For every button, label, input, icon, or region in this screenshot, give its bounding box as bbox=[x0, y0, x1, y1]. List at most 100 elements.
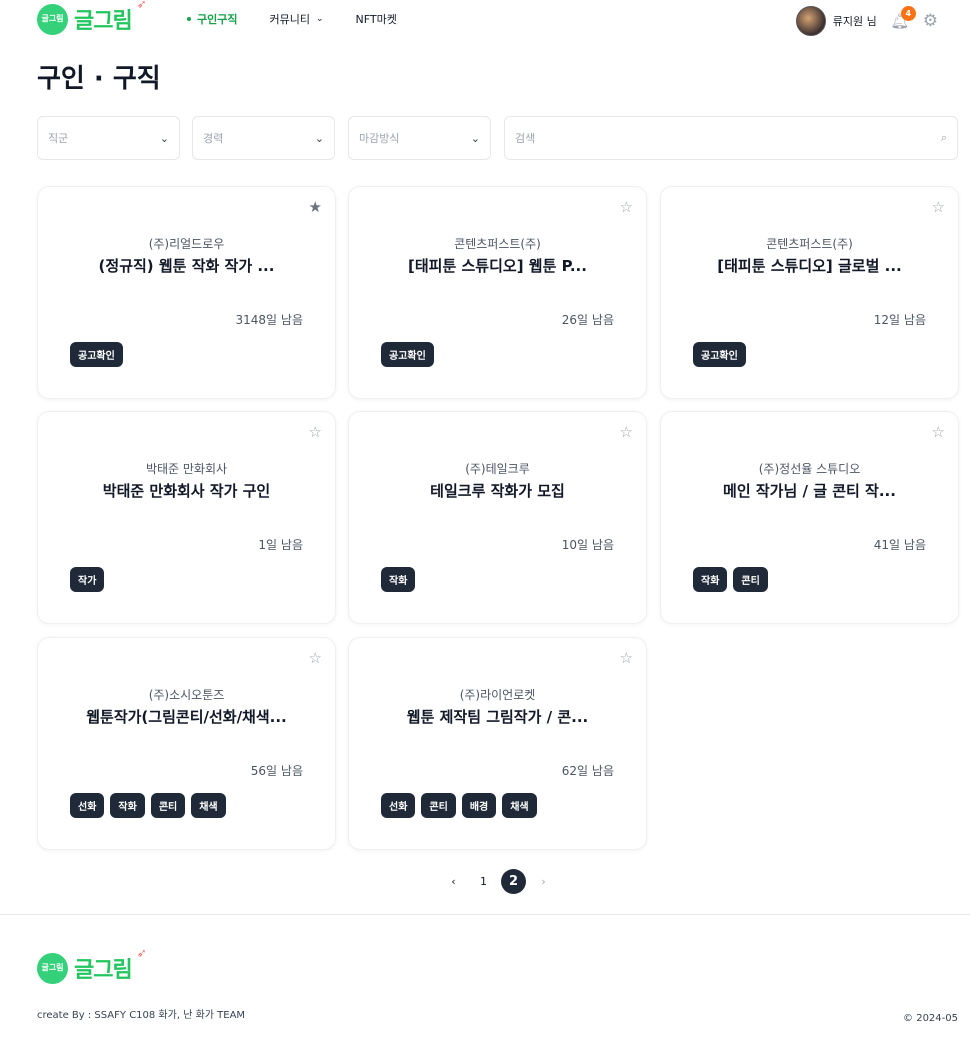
tag-badge[interactable]: 배경 bbox=[461, 793, 497, 818]
tag-list: 선화 작화 콘티 채색 bbox=[70, 793, 232, 818]
tag-list: 선화 콘티 배경 채색 bbox=[381, 793, 543, 818]
next-page-button[interactable]: › bbox=[531, 869, 556, 894]
company-name: (주)정선율 스튜디오 bbox=[758, 462, 861, 476]
job-title[interactable]: [태피툰 스튜디오] 웹툰 P... bbox=[349, 255, 646, 276]
nav-item-community[interactable]: 커뮤니티 ⌄ bbox=[269, 11, 323, 27]
footer-logo-mark: 글그림 bbox=[37, 952, 68, 984]
tag-badge[interactable]: 작화 bbox=[693, 567, 728, 592]
chevron-down-icon: ⌄ bbox=[470, 131, 480, 145]
tag-badge[interactable]: 작가 bbox=[70, 567, 105, 592]
days-remaining: 12일 남음 bbox=[873, 313, 926, 327]
footer-logo-text-label: 글그림 bbox=[74, 958, 133, 983]
job-title[interactable]: 웹툰작가(그림콘티/선화/채색... bbox=[38, 706, 335, 727]
job-card[interactable]: ☆ (주)소시오툰즈 웹툰작가(그림콘티/선화/채색... 56일 남음 선화 작화 콘티 채… bbox=[37, 637, 336, 850]
tag-badge[interactable]: 채색 bbox=[502, 793, 537, 818]
user-name[interactable]: 류지원 님 bbox=[833, 13, 877, 29]
page-button-2[interactable]: 2 bbox=[501, 869, 526, 894]
star-icon[interactable]: ★ bbox=[309, 198, 322, 216]
chevron-down-icon: ⌄ bbox=[159, 131, 169, 145]
user-area: 류지원 님 🔔︎ 4 ⚙ bbox=[795, 6, 938, 36]
tag-badge[interactable]: 작화 bbox=[381, 567, 416, 592]
career-select[interactable]: 경력 ⌄ bbox=[192, 116, 335, 160]
avatar[interactable] bbox=[795, 6, 826, 36]
days-remaining: 3148일 남음 bbox=[235, 313, 303, 327]
rocket-icon: ➶ bbox=[136, 0, 147, 11]
company-name: 콘텐츠퍼스트(주) bbox=[766, 237, 853, 251]
job-title[interactable]: 웹툰 제작팀 그림작가 / 콘... bbox=[349, 706, 646, 727]
tag-badge[interactable]: 공고확인 bbox=[70, 342, 123, 367]
footer-logo[interactable]: 글그림 글그림 ➶ bbox=[37, 946, 147, 984]
star-icon[interactable]: ☆ bbox=[932, 423, 945, 441]
star-icon[interactable]: ☆ bbox=[620, 198, 633, 216]
tag-list: 공고확인 bbox=[381, 342, 440, 367]
tag-list: 공고확인 bbox=[693, 342, 752, 367]
job-title[interactable]: 메인 작가님 / 글 콘티 작... bbox=[661, 480, 958, 501]
footer-divider bbox=[0, 914, 970, 915]
company-name: (주)라이언로켓 bbox=[459, 688, 536, 702]
nav-item-nft-market[interactable]: NFT마켓 bbox=[356, 11, 397, 27]
job-card[interactable]: ☆ (주)테일크루 테일크루 작화가 모집 10일 남음 작화 bbox=[348, 411, 647, 624]
job-card[interactable]: ☆ 콘텐츠퍼스트(주) [태피툰 스튜디오] 글로벌 ... 12일 남음공고확인 bbox=[660, 186, 959, 399]
job-card[interactable]: ☆ 박태준 만화회사 박태준 만화회사 작가 구인 1일 남음 작가 bbox=[37, 411, 336, 624]
tag-badge[interactable]: 콘티 bbox=[421, 793, 456, 818]
company-name: (주)테일크루 bbox=[465, 462, 530, 476]
tag-badge[interactable]: 선화 bbox=[381, 793, 416, 818]
tag-badge[interactable]: 공고확인 bbox=[693, 342, 746, 367]
star-icon[interactable]: ☆ bbox=[932, 198, 945, 216]
tag-badge[interactable]: 채색 bbox=[191, 793, 226, 818]
job-type-label: 직군 bbox=[48, 132, 69, 145]
company-name: (주)소시오툰즈 bbox=[148, 688, 225, 702]
days-remaining: 1일 남음 bbox=[258, 538, 303, 552]
nav-item-nft-market-label: NFT마켓 bbox=[355, 13, 397, 26]
nav-item-community-label: 커뮤니티 bbox=[269, 13, 310, 26]
company-name: 콘텐츠퍼스트(주) bbox=[454, 237, 541, 251]
search-placeholder: 검색 bbox=[515, 132, 536, 145]
star-icon[interactable]: ☆ bbox=[309, 423, 322, 441]
tag-list: 작화 콘티 bbox=[693, 567, 774, 592]
job-card[interactable]: ☆ (주)정선율 스튜디오 메인 작가님 / 글 콘티 작... 41일 남음 작화 콘티 bbox=[660, 411, 959, 624]
job-title[interactable]: 테일크루 작화가 모집 bbox=[349, 480, 646, 501]
tag-badge[interactable]: 콘티 bbox=[150, 793, 186, 818]
search-input[interactable]: 검색 ⌕ bbox=[504, 116, 958, 160]
days-remaining: 62일 남음 bbox=[561, 764, 614, 778]
logo[interactable]: 글그림 글그림 ➶ bbox=[37, 0, 147, 35]
page-title: 구인 · 구직 bbox=[37, 64, 161, 94]
job-card[interactable]: ☆ 콘텐츠퍼스트(주) [태피툰 스튜디오] 웹툰 P... 26일 남음공고확인 bbox=[348, 186, 647, 399]
footer-logo-mark-text: 글그림 bbox=[41, 963, 64, 972]
job-card[interactable]: ★ (주)리얼드로우 (정규직) 웹툰 작화 작가 ... 3148일 남음공고확인 bbox=[37, 186, 336, 399]
job-type-select[interactable]: 직군 ⌄ bbox=[37, 116, 180, 160]
company-name: (주)리얼드로우 bbox=[148, 237, 225, 251]
deadline-select[interactable]: 마감방식 ⌄ bbox=[348, 116, 491, 160]
star-icon[interactable]: ☆ bbox=[309, 649, 322, 667]
star-icon[interactable]: ☆ bbox=[620, 649, 633, 667]
footer-logo-text: 글그림 ➶ bbox=[74, 946, 147, 984]
tag-badge[interactable]: 콘티 bbox=[733, 567, 768, 592]
star-icon[interactable]: ☆ bbox=[620, 423, 633, 441]
notification-button[interactable]: 🔔︎ 4 bbox=[890, 6, 916, 30]
deadline-label: 마감방식 bbox=[359, 132, 400, 145]
header: 글그림 글그림 ➶ 구인구직 커뮤니티 ⌄ NFT마켓 류지원 님 🔔︎ 4 ⚙ bbox=[0, 0, 970, 40]
days-remaining: 26일 남음 bbox=[561, 313, 614, 327]
tag-badge[interactable]: 선화 bbox=[70, 793, 105, 818]
prev-page-button[interactable]: ‹ bbox=[441, 869, 466, 894]
gear-icon[interactable]: ⚙ bbox=[923, 11, 938, 31]
notification-badge: 4 bbox=[900, 6, 916, 21]
job-title[interactable]: (정규직) 웹툰 작화 작가 ... bbox=[38, 255, 335, 276]
nav-item-jobs[interactable]: 구인구직 bbox=[187, 11, 237, 27]
career-label: 경력 bbox=[203, 132, 224, 145]
tag-list: 작가 bbox=[70, 567, 110, 592]
footer-credit: create By : SSAFY C108 화가, 난 화가 TEAM bbox=[37, 1010, 246, 1021]
tag-list: 공고확인 bbox=[70, 342, 129, 367]
rocket-icon: ➶ bbox=[136, 946, 147, 960]
tag-badge[interactable]: 공고확인 bbox=[381, 342, 434, 367]
page-button-1[interactable]: 1 bbox=[471, 869, 496, 894]
logo-text: 글그림 ➶ bbox=[74, 0, 147, 35]
chevron-down-icon: ⌄ bbox=[315, 14, 324, 24]
job-card[interactable]: ☆ (주)라이언로켓웹툰 제작팀 그림작가 / 콘... 62일 남음선화 콘티 배경 채… bbox=[348, 637, 647, 850]
job-title[interactable]: 박태준 만화회사 작가 구인 bbox=[38, 480, 335, 501]
logo-text-label: 글그림 bbox=[74, 9, 133, 34]
search-icon[interactable]: ⌕ bbox=[941, 131, 947, 145]
tag-badge[interactable]: 작화 bbox=[110, 793, 145, 818]
footer-copyright: © 2024-05 bbox=[903, 1013, 958, 1024]
job-title[interactable]: [태피툰 스튜디오] 글로벌 ... bbox=[661, 255, 958, 276]
